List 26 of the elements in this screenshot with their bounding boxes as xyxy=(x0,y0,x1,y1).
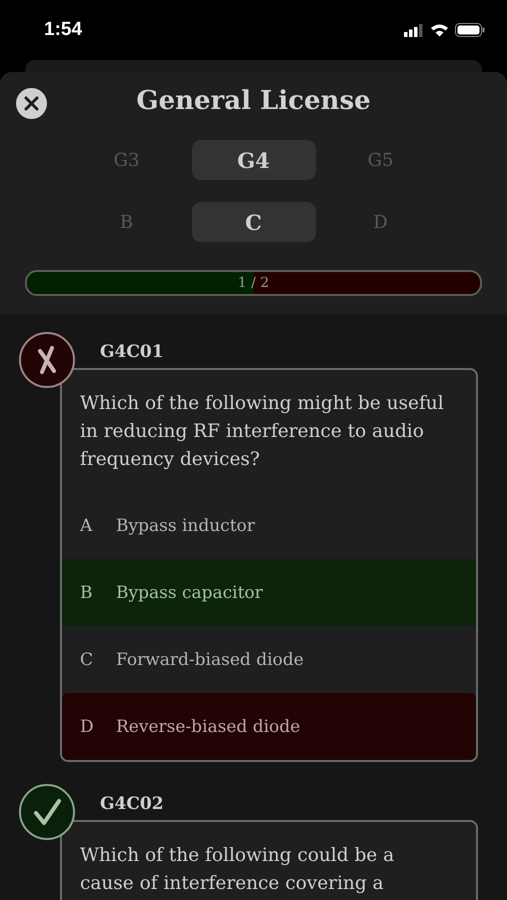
close-button[interactable] xyxy=(16,88,47,119)
answer-option[interactable]: A Bypass inductor xyxy=(62,492,476,559)
battery-icon xyxy=(455,23,485,37)
question-text: Which of the following might be useful in reducing RF interference to audio frequency devices? xyxy=(79,392,445,472)
close-icon xyxy=(24,96,39,111)
group-tab[interactable]: C xyxy=(192,202,316,242)
question-text: Which of the following could be a cause of interference covering a xyxy=(79,844,396,896)
answer-option[interactable]: B Bypass capacitor xyxy=(62,559,476,626)
answer-letter: C xyxy=(80,650,94,670)
answer-text: Bypass capacitor xyxy=(116,582,263,602)
answer-text: Reverse-biased diode xyxy=(116,716,300,736)
answer-text: Bypass inductor xyxy=(116,516,255,536)
answer-text: Forward-biased diode xyxy=(116,650,304,670)
signal-icon xyxy=(404,24,424,36)
wifi-icon xyxy=(430,23,449,37)
answer-option[interactable]: D Reverse-biased diode xyxy=(62,693,476,760)
answer-letter: A xyxy=(80,516,94,536)
answer-letter: D xyxy=(80,716,95,736)
question-number: G4C01 xyxy=(100,342,165,364)
subelement-tab[interactable]: G4 xyxy=(192,140,316,180)
status-time: 1:54 xyxy=(44,19,82,41)
screen-title: General License xyxy=(136,85,371,118)
answer-option[interactable]: C Forward-biased diode xyxy=(62,626,476,693)
question-number: G4C02 xyxy=(100,794,165,816)
progress-label: 1 / 2 xyxy=(238,275,270,291)
answer-letter: B xyxy=(80,582,94,602)
